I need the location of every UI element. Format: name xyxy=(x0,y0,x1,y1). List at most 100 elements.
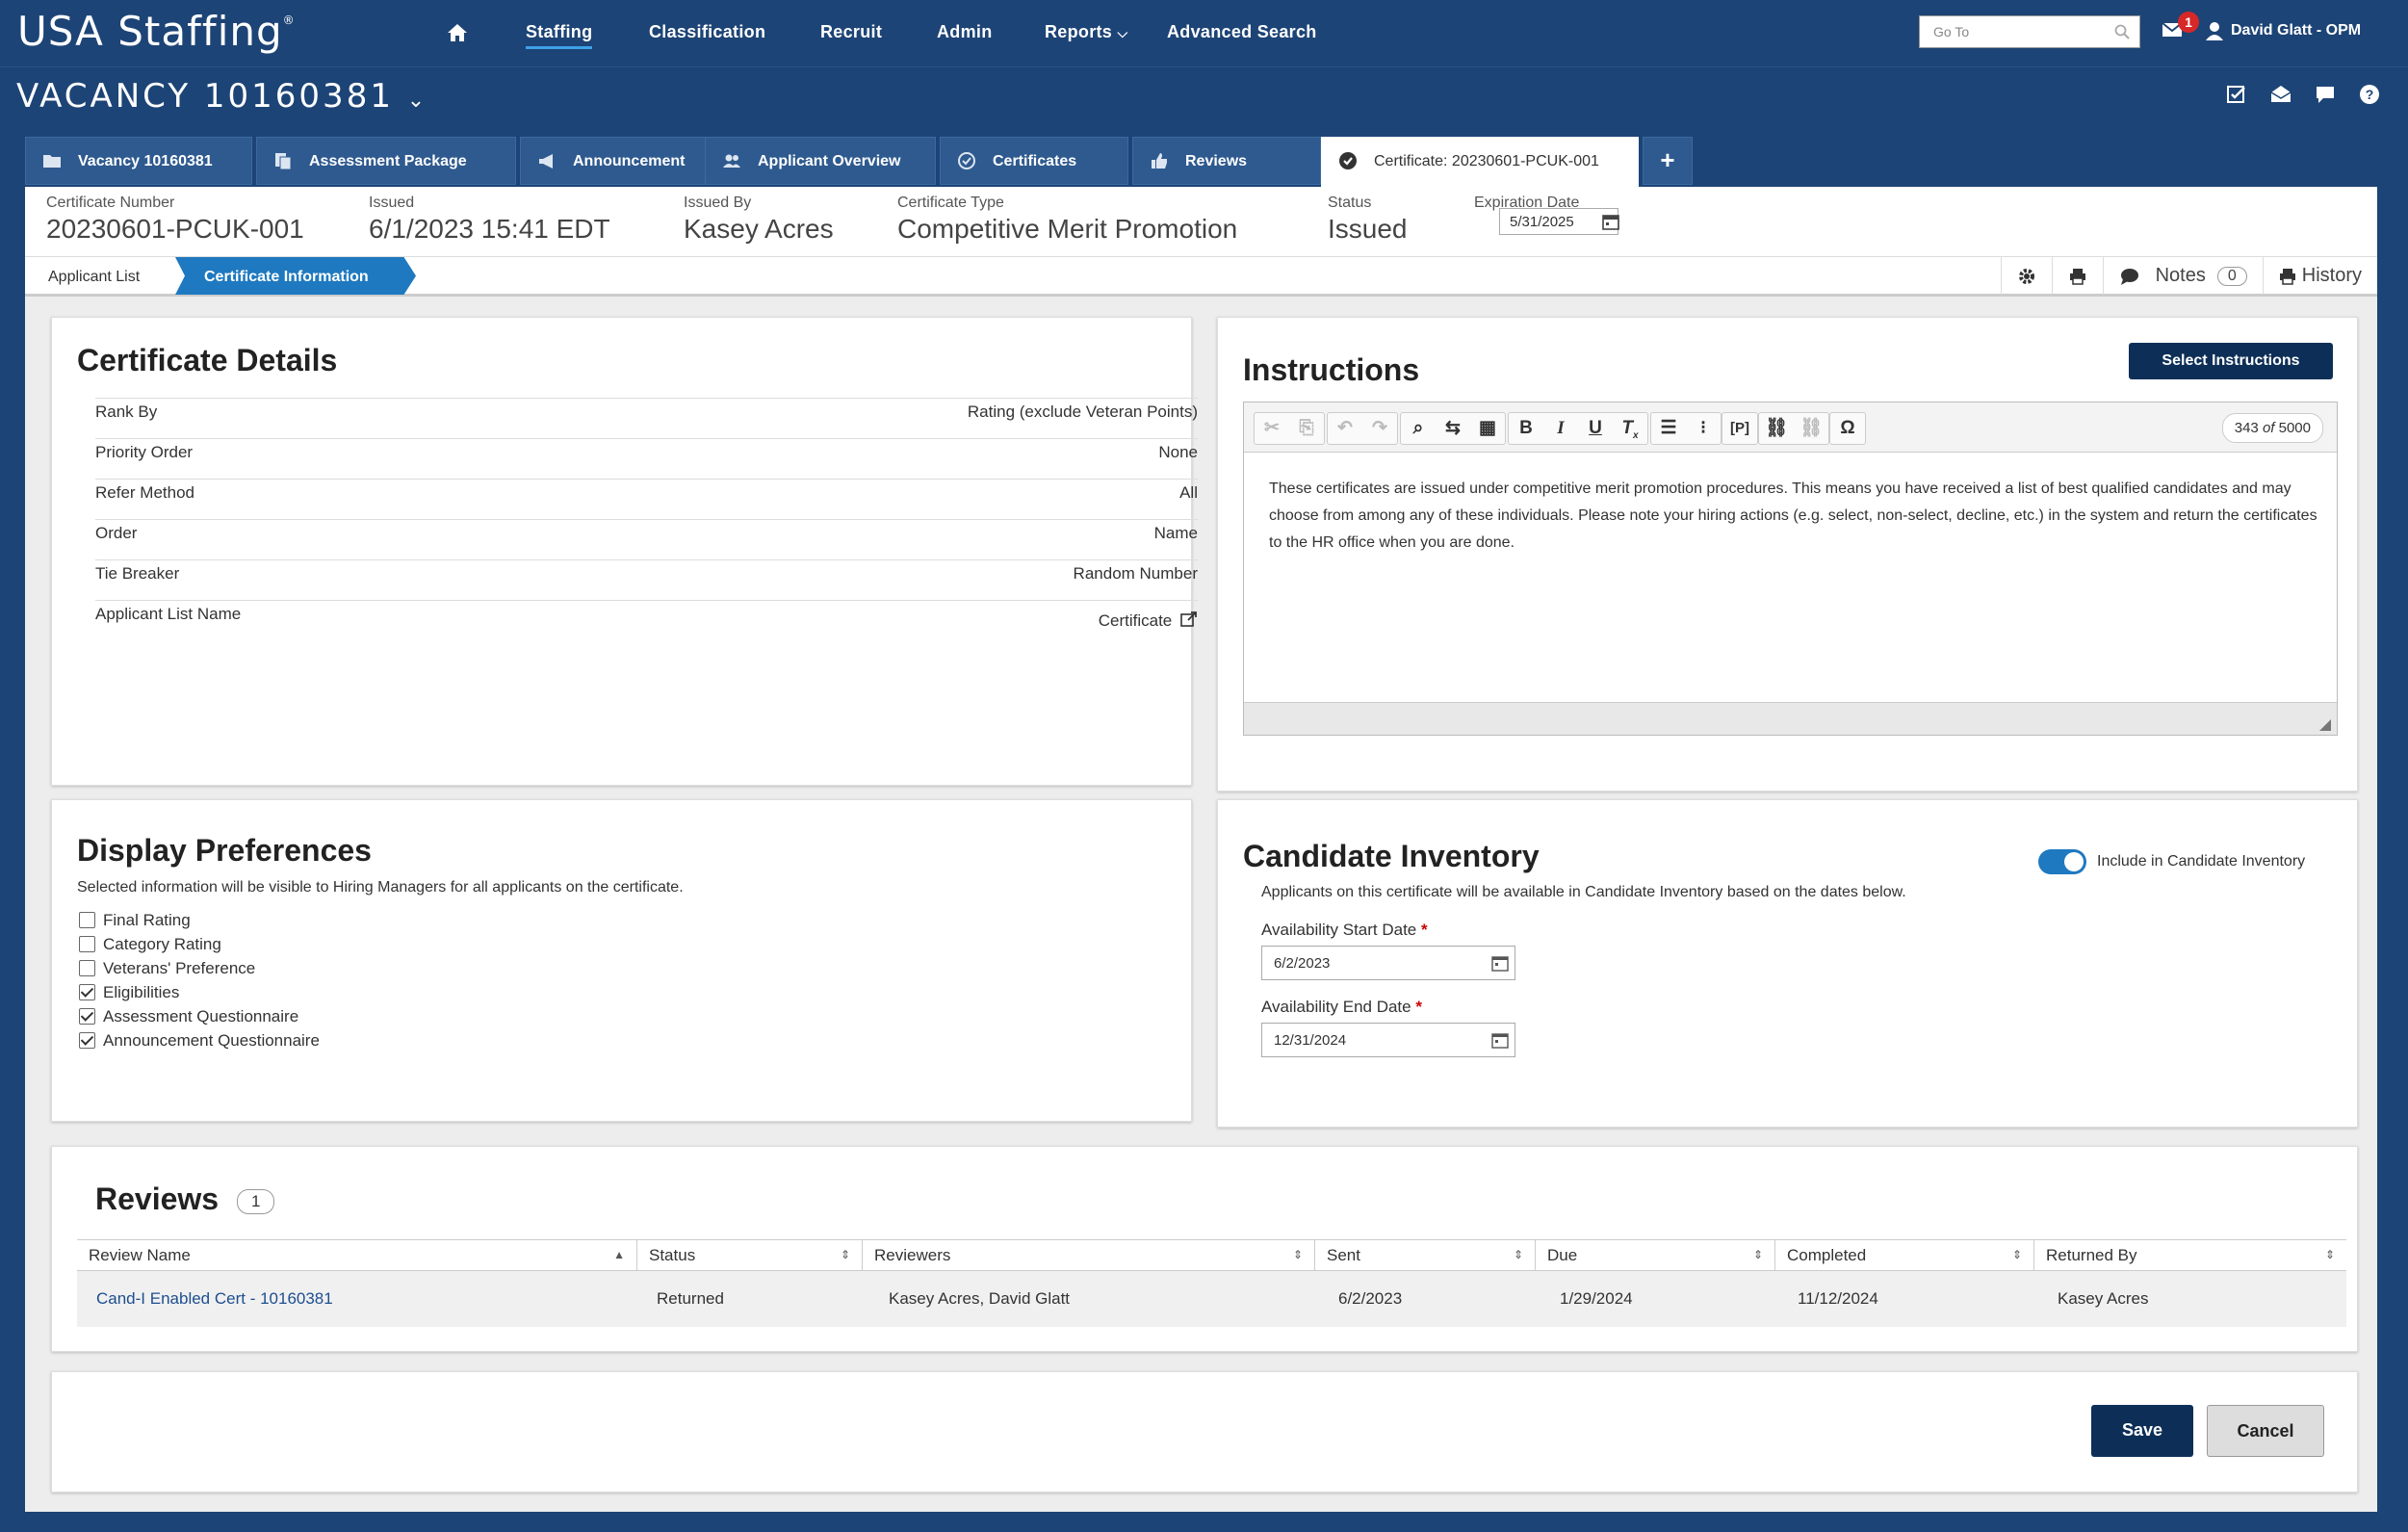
availability-end-input[interactable]: 12/31/2024 xyxy=(1261,1023,1515,1057)
column-header-due[interactable]: Due ⇕ xyxy=(1536,1240,1775,1270)
nav-reports[interactable]: Reports ⌵ xyxy=(1045,22,1127,42)
inbox-icon[interactable] xyxy=(2269,83,2292,106)
tab-applicant-overview[interactable]: Applicant Overview xyxy=(705,137,936,185)
availability-end-label: Availability End Date * xyxy=(1261,998,1422,1017)
bold-icon[interactable]: B xyxy=(1509,413,1543,444)
undo-icon[interactable]: ↶ xyxy=(1328,413,1362,444)
select-instructions-button[interactable]: Select Instructions xyxy=(2129,343,2333,379)
redo-icon[interactable]: ↷ xyxy=(1362,413,1397,444)
notes-button[interactable]: Notes 0 xyxy=(2102,257,2263,295)
history-button[interactable]: History xyxy=(2262,257,2377,295)
applicant-list-link[interactable]: Certificate xyxy=(1099,610,1198,631)
certificate-details-title: Certificate Details xyxy=(77,343,338,377)
copy-icon[interactable]: ⎘ xyxy=(1289,413,1324,444)
usa-staffing-logo[interactable]: USA Staffing® xyxy=(17,8,296,55)
settings-button[interactable] xyxy=(2000,257,2052,295)
checkbox[interactable] xyxy=(79,912,95,928)
bullet-list-icon[interactable]: ⁝ xyxy=(1686,413,1721,444)
help-icon[interactable]: ? xyxy=(2358,83,2381,106)
availability-start-input[interactable]: 6/2/2023 xyxy=(1261,946,1515,980)
paragraph-icon[interactable]: [P] xyxy=(1722,413,1757,444)
checkbox-announcement-questionnaire[interactable]: Announcement Questionnaire xyxy=(79,1031,320,1051)
checkbox-eligibilities[interactable]: Eligibilities xyxy=(79,983,179,1002)
column-header-sent[interactable]: Sent ⇕ xyxy=(1315,1240,1536,1270)
nav-recruit[interactable]: Recruit xyxy=(820,22,882,42)
applicant-list-name: Certificate xyxy=(1098,611,1173,630)
notes-count: 0 xyxy=(2216,266,2247,286)
goto-input[interactable]: Go To xyxy=(1919,15,2140,48)
unlink-icon[interactable]: ⛓ xyxy=(1794,413,1828,444)
user-menu[interactable]: David Glatt - OPM xyxy=(2206,21,2361,40)
print-button[interactable] xyxy=(2051,257,2103,295)
tab-vacancy[interactable]: Vacancy 10160381 xyxy=(25,137,252,185)
column-header-review-name[interactable]: Review Name ▲ xyxy=(77,1240,637,1270)
tab-certificate-detail[interactable]: Certificate: 20230601-PCUK-001 xyxy=(1321,137,1639,187)
checkbox-category-rating[interactable]: Category Rating xyxy=(79,935,221,954)
find-icon[interactable]: ⌕ xyxy=(1401,413,1436,444)
tab-reviews[interactable]: Reviews xyxy=(1132,137,1321,185)
italic-icon[interactable]: I xyxy=(1543,413,1578,444)
display-preferences-title: Display Preferences xyxy=(77,833,372,868)
calendar-icon[interactable] xyxy=(1490,1030,1510,1050)
underline-icon[interactable]: U xyxy=(1578,413,1613,444)
instructions-text[interactable]: These certificates are issued under comp… xyxy=(1269,476,2318,557)
nav-classification[interactable]: Classification xyxy=(649,22,765,42)
checkbox[interactable] xyxy=(79,1032,95,1049)
sort-icon[interactable]: ⇕ xyxy=(841,1248,850,1261)
numbered-list-icon[interactable]: ☰ xyxy=(1651,413,1686,444)
review-reviewers: Kasey Acres, David Glatt xyxy=(889,1289,1071,1308)
include-inventory-toggle[interactable] xyxy=(2038,849,2086,874)
cancel-button[interactable]: Cancel xyxy=(2207,1405,2324,1457)
sort-icon[interactable]: ⇕ xyxy=(1514,1248,1523,1261)
cert-issued: 6/1/2023 15:41 EDT xyxy=(369,214,610,244)
tab-assessment-package[interactable]: Assessment Package xyxy=(256,137,516,185)
review-name-link[interactable]: Cand-I Enabled Cert - 10160381 xyxy=(96,1289,333,1309)
breadcrumb-certificate-information[interactable]: Certificate Information xyxy=(175,257,416,295)
cut-icon[interactable]: ✂ xyxy=(1255,413,1289,444)
calendar-icon[interactable] xyxy=(1601,212,1620,231)
editor-toolbar: ✂ ⎘ ↶ ↷ ⌕ ⇆ ▦ B I U Tx ☰ ⁝ [P] ⛓ ⛓ Ω 343 of 5000 xyxy=(1244,402,2337,453)
resize-handle-icon[interactable] xyxy=(2319,719,2331,731)
replace-icon[interactable]: ⇆ xyxy=(1436,413,1470,444)
sort-icon[interactable]: ⇕ xyxy=(2325,1248,2335,1261)
sort-icon[interactable]: ⇕ xyxy=(1753,1248,1763,1261)
checklist-icon[interactable] xyxy=(2225,83,2248,106)
home-icon[interactable] xyxy=(446,21,469,44)
save-button[interactable]: Save xyxy=(2091,1405,2193,1457)
vacancy-title[interactable]: VACANCY 10160381 ⌄ xyxy=(16,77,427,116)
special-character-icon[interactable]: Ω xyxy=(1830,413,1865,444)
list-group: ☰ ⁝ xyxy=(1650,412,1722,445)
table-row: Cand-I Enabled Cert - 10160381 Returned … xyxy=(77,1271,2346,1327)
select-all-icon[interactable]: ▦ xyxy=(1470,413,1505,444)
find-group: ⌕ ⇆ ▦ xyxy=(1400,412,1506,445)
nav-staffing[interactable]: Staffing xyxy=(526,22,593,49)
checkbox[interactable] xyxy=(79,936,95,952)
column-header-reviewers[interactable]: Reviewers ⇕ xyxy=(863,1240,1315,1270)
checkbox[interactable] xyxy=(79,960,95,976)
checkbox-assessment-questionnaire[interactable]: Assessment Questionnaire xyxy=(79,1007,298,1026)
calendar-icon[interactable] xyxy=(1490,953,1510,973)
breadcrumb-applicant-list[interactable]: Applicant List xyxy=(48,269,140,286)
add-tab-button[interactable]: + xyxy=(1643,137,1693,185)
sort-icon[interactable]: ⇕ xyxy=(2012,1248,2022,1261)
nav-advanced-search[interactable]: Advanced Search xyxy=(1167,22,1317,42)
search-icon[interactable] xyxy=(2114,24,2130,39)
chat-icon[interactable] xyxy=(2314,83,2337,106)
link-icon[interactable]: ⛓ xyxy=(1759,413,1794,444)
checkbox[interactable] xyxy=(79,1008,95,1025)
sort-icon[interactable]: ⇕ xyxy=(1293,1248,1303,1261)
sort-asc-icon[interactable]: ▲ xyxy=(613,1248,625,1261)
checkbox-veterans-preference[interactable]: Veterans' Preference xyxy=(79,959,255,978)
editor-resize-bar[interactable] xyxy=(1244,702,2337,735)
tab-announcement[interactable]: Announcement xyxy=(520,137,726,185)
column-header-status[interactable]: Status ⇕ xyxy=(637,1240,863,1270)
column-header-completed[interactable]: Completed ⇕ xyxy=(1775,1240,2034,1270)
column-header-returned-by[interactable]: Returned By ⇕ xyxy=(2034,1240,2346,1270)
nav-admin[interactable]: Admin xyxy=(937,22,993,42)
checkbox-final-rating[interactable]: Final Rating xyxy=(79,911,191,930)
tab-certificates[interactable]: Certificates xyxy=(940,137,1128,185)
cert-status-field: Status Issued xyxy=(1328,195,1408,245)
clear-format-icon[interactable]: Tx xyxy=(1613,413,1647,444)
instructions-editor[interactable]: ✂ ⎘ ↶ ↷ ⌕ ⇆ ▦ B I U Tx ☰ ⁝ [P] ⛓ ⛓ Ω 343 of 5000 … xyxy=(1243,402,2338,736)
checkbox[interactable] xyxy=(79,984,95,1000)
